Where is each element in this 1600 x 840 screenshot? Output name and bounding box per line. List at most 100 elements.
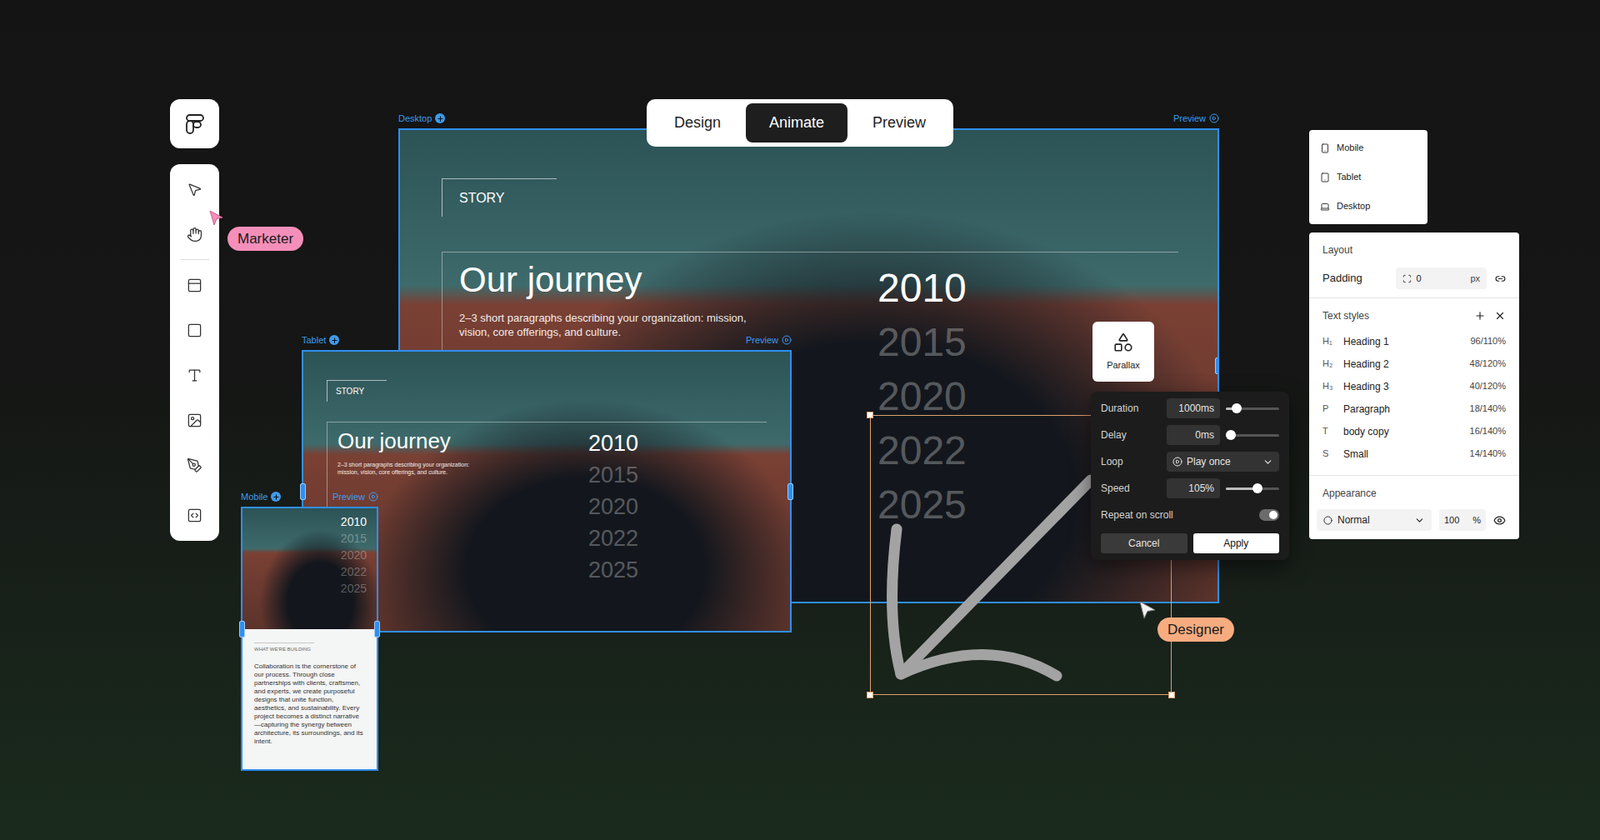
frame-name[interactable]: Desktop — [398, 111, 445, 126]
preview-link[interactable]: Preview — [745, 333, 792, 348]
tool-button[interactable] — [170, 442, 220, 488]
preview-link[interactable]: Preview — [1173, 111, 1220, 126]
year-item[interactable]: 2010 — [340, 513, 367, 530]
repeat-switch[interactable] — [1259, 509, 1280, 521]
frame-name[interactable]: Mobile — [240, 490, 281, 505]
story-body[interactable]: 2–3 short paragraphs describing your org… — [459, 310, 747, 340]
year-list: 20102015202020222025 — [340, 513, 367, 597]
field-label: Loop — [1100, 454, 1167, 470]
loop-select[interactable]: Play once — [1166, 451, 1280, 472]
app-logo[interactable] — [170, 99, 220, 149]
tablet-icon — [1320, 172, 1330, 183]
slider[interactable] — [1225, 487, 1280, 490]
device-item[interactable]: Tablet — [1309, 162, 1428, 192]
card-body[interactable]: Collaboration is the cornerstone of our … — [254, 662, 365, 746]
value-input[interactable]: 1000ms — [1166, 398, 1220, 419]
year-item[interactable]: 2015 — [340, 530, 367, 547]
eye-icon[interactable] — [1493, 514, 1506, 527]
resize-handle[interactable] — [300, 483, 306, 500]
tool-button[interactable] — [170, 352, 220, 398]
text-tool-icon — [186, 367, 203, 384]
animation-row: Speed105% — [1100, 475, 1280, 502]
device-item[interactable]: Desktop — [1309, 191, 1428, 221]
add-icon[interactable] — [1474, 310, 1486, 322]
cancel-button[interactable]: Cancel — [1100, 533, 1188, 554]
slider-knob[interactable] — [1225, 430, 1236, 440]
frame-icon — [186, 277, 203, 294]
story-heading[interactable]: Our journey — [337, 427, 589, 455]
section-label[interactable]: STORY — [326, 380, 387, 402]
year-item[interactable]: 2010 — [588, 427, 639, 460]
text-style-tag: T — [1322, 424, 1344, 439]
year-item[interactable]: 2020 — [588, 490, 639, 523]
frame-name[interactable]: Tablet — [301, 333, 340, 348]
year-item[interactable]: 2015 — [588, 459, 639, 491]
padding-icon — [1402, 274, 1412, 284]
mobile-frame[interactable]: 20102015202020222025 WHAT WE'RE BUILDING C… — [240, 506, 379, 771]
animation-row: Repeat on scroll — [1100, 501, 1280, 529]
year-item[interactable]: 2022 — [877, 423, 967, 478]
apply-button[interactable]: Apply — [1193, 533, 1280, 554]
close-icon[interactable] — [1494, 310, 1506, 322]
year-item[interactable]: 2022 — [340, 563, 367, 580]
story-body[interactable]: 2–3 short paragraphs describing your org… — [337, 460, 484, 476]
slider-knob[interactable] — [1252, 483, 1263, 494]
year-item[interactable]: 2025 — [588, 554, 639, 586]
frame-label-row: Tablet Preview — [301, 333, 792, 350]
text-style-item[interactable]: H₂Heading 248/120% — [1322, 352, 1506, 375]
parallax-button[interactable]: Parallax — [1092, 321, 1155, 382]
slider[interactable] — [1225, 407, 1280, 410]
tool-button[interactable] — [170, 307, 220, 353]
add-icon[interactable] — [329, 335, 340, 345]
padding-row: Padding0px — [1322, 267, 1506, 290]
value-input[interactable]: 0ms — [1166, 425, 1220, 445]
text-style-item[interactable]: PParagraph18/140% — [1322, 397, 1506, 420]
text-style-item[interactable]: H₁Heading 196/110% — [1322, 330, 1506, 353]
text-style-item[interactable]: Tbody copy16/140% — [1322, 420, 1506, 443]
tool-button[interactable] — [170, 262, 220, 308]
resize-handle[interactable] — [1215, 357, 1220, 375]
opacity-input[interactable]: 100% — [1439, 509, 1486, 531]
card-eyebrow[interactable]: WHAT WE'RE BUILDING — [254, 642, 315, 653]
resize-handle[interactable] — [787, 483, 794, 500]
link-padding-icon[interactable] — [1495, 273, 1506, 285]
padding-input[interactable]: 0px — [1395, 267, 1487, 290]
story-block: Our journey 2–3 short paragraphs describi… — [326, 421, 767, 586]
year-item[interactable]: 2015 — [877, 315, 967, 370]
text-style-tag: H₂ — [1322, 356, 1344, 371]
mode-tabs: DesignAnimatePreview — [646, 99, 954, 147]
slider-knob[interactable] — [1231, 403, 1242, 414]
add-icon[interactable] — [270, 491, 281, 502]
field-label: Speed — [1100, 480, 1167, 496]
selection-handle[interactable] — [1168, 691, 1175, 699]
marketer-tag: Marketer — [227, 226, 304, 251]
add-icon[interactable] — [435, 113, 445, 124]
year-item[interactable]: 2025 — [340, 580, 367, 597]
mode-tab[interactable]: Design — [650, 103, 745, 143]
play-icon — [781, 335, 792, 345]
tool-button[interactable] — [170, 492, 220, 538]
text-style-item[interactable]: SSmall14/140% — [1322, 442, 1506, 465]
year-item[interactable]: 2010 — [877, 260, 967, 315]
device-item[interactable]: Mobile — [1309, 133, 1428, 163]
resize-handle[interactable] — [374, 620, 380, 638]
year-item[interactable]: 2022 — [588, 522, 639, 555]
hand-icon — [186, 226, 203, 243]
selection-handle[interactable] — [866, 691, 874, 699]
mode-tab[interactable]: Preview — [849, 103, 950, 143]
text-style-item[interactable]: H₃Heading 340/120% — [1322, 375, 1506, 398]
resize-handle[interactable] — [239, 620, 245, 638]
year-item[interactable]: 2020 — [340, 546, 367, 564]
story-heading[interactable]: Our journey — [459, 260, 878, 300]
tool-button[interactable] — [170, 397, 220, 443]
section-label[interactable]: STORY — [441, 178, 557, 217]
slider[interactable] — [1225, 434, 1280, 437]
mode-tab[interactable]: Animate — [745, 103, 848, 143]
blend-select[interactable]: Normal — [1316, 509, 1432, 531]
tool-button[interactable] — [170, 166, 220, 212]
preview-link[interactable]: Preview — [332, 490, 379, 505]
selection-handle[interactable] — [866, 411, 874, 419]
tool-button[interactable] — [170, 211, 220, 257]
value-input[interactable]: 105% — [1166, 478, 1220, 499]
year-item[interactable]: 2025 — [877, 477, 967, 532]
